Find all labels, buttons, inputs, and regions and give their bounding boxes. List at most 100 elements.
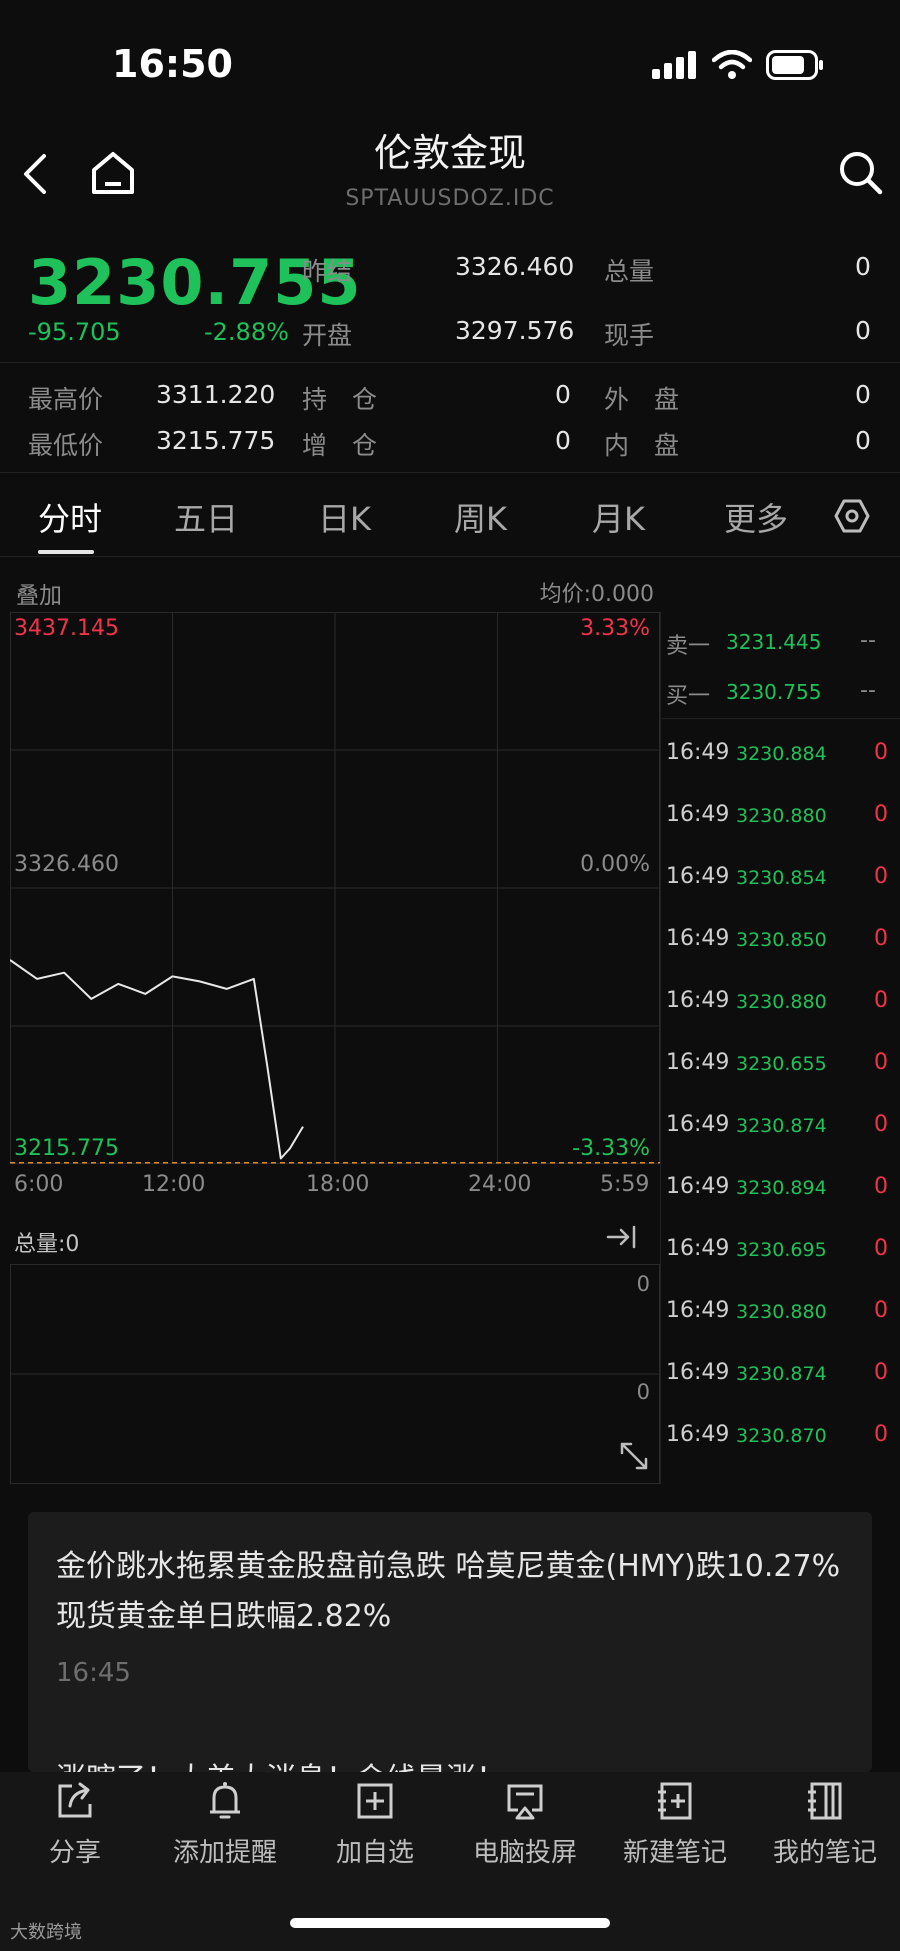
tick-time: 16:49 (666, 1422, 730, 1447)
signal-icon (652, 51, 696, 79)
inner-value: 0 (855, 426, 871, 455)
tick-time: 16:49 (666, 988, 730, 1013)
tick-time: 16:49 (666, 864, 730, 889)
tick-row: 16:49 3230.880 0 (660, 988, 900, 1050)
symbol-code: SPTAUUSDOZ.IDC (345, 186, 555, 211)
share-button[interactable]: 分享 (0, 1780, 150, 1869)
news-time: 16:45 (56, 1658, 131, 1688)
current-hand-label: 现手 (604, 321, 655, 350)
buy-one-label: 买一 (666, 684, 711, 709)
inner-label: 内 盘 (604, 431, 680, 460)
tab-day-k[interactable]: 日K (318, 494, 371, 540)
price-chart[interactable] (10, 612, 660, 1164)
tick-volume: 0 (874, 740, 888, 765)
buy-one-volume: -- (860, 678, 876, 703)
tick-price: 3230.894 (736, 1177, 827, 1199)
tick-price: 3230.884 (736, 743, 827, 765)
tick-volume: 0 (874, 1050, 888, 1075)
x-label-start: 6:00 (14, 1172, 64, 1197)
tick-volume: 0 (874, 1298, 888, 1323)
search-icon[interactable] (838, 150, 884, 196)
tick-row: 16:49 3230.874 0 (660, 1112, 900, 1174)
tick-volume: 0 (874, 1236, 888, 1261)
tick-row: 16:49 3230.870 0 (660, 1422, 900, 1484)
share-icon (58, 1782, 92, 1818)
news-card[interactable]: 金价跳水拖累黄金股盘前急跌 哈莫尼黄金(HMY)跌10.27% 现货黄金单日跌幅… (28, 1512, 872, 1772)
high-value: 3311.220 (156, 380, 276, 409)
tick-row: 16:49 3230.894 0 (660, 1174, 900, 1236)
tab-intraday[interactable]: 分时 (38, 494, 102, 540)
news-next-headline[interactable]: 涨瞎了！大美大消息！金线暴涨！ (56, 1754, 506, 1772)
add-value: 0 (555, 426, 571, 455)
divider (0, 556, 900, 557)
add-label: 增 仓 (302, 431, 378, 460)
watermark: 大数跨境 (10, 1922, 82, 1943)
x-label-18: 18:00 (306, 1172, 370, 1197)
tab-month-k[interactable]: 月K (592, 494, 645, 540)
outer-value: 0 (855, 380, 871, 409)
tick-row: 16:49 3230.695 0 (660, 1236, 900, 1298)
new-note-label: 新建笔记 (622, 1838, 727, 1868)
tick-volume: 0 (874, 926, 888, 951)
tick-price: 3230.874 (736, 1115, 827, 1137)
new-note-icon (658, 1782, 692, 1820)
overlay-button[interactable]: 叠加 (16, 576, 62, 610)
prev-settle-value: 3326.460 (455, 252, 575, 281)
tick-row: 16:49 3230.655 0 (660, 1050, 900, 1112)
tick-price: 3230.850 (736, 929, 827, 951)
high-label: 最高价 (28, 385, 104, 414)
open-value: 3297.576 (455, 316, 575, 345)
tick-time: 16:49 (666, 740, 730, 765)
x-label-24: 24:00 (468, 1172, 532, 1197)
tab-five-day[interactable]: 五日 (174, 494, 238, 540)
tick-volume: 0 (874, 802, 888, 827)
active-tab-indicator (38, 550, 94, 554)
chart-mid-price: 3326.460 (14, 852, 119, 877)
buy-one-price: 3230.755 (726, 680, 822, 704)
tick-volume: 0 (874, 1174, 888, 1199)
average-price: 均价:0.000 (539, 582, 654, 607)
chart-top-pct: 3.33% (580, 616, 650, 641)
price-change: -95.705 (28, 318, 121, 346)
bell-icon (210, 1782, 240, 1819)
settings-icon[interactable] (834, 498, 870, 534)
tab-week-k[interactable]: 周K (454, 494, 507, 540)
hold-value: 0 (555, 380, 571, 409)
volume-mid-value: 0 (636, 1380, 650, 1404)
price-line (10, 959, 304, 1160)
price-change-pct: -2.88% (204, 318, 289, 346)
notebook-icon (808, 1782, 842, 1820)
expand-icon[interactable] (618, 1440, 650, 1472)
home-indicator[interactable] (290, 1918, 610, 1928)
x-label-12: 12:00 (142, 1172, 206, 1197)
tick-time: 16:49 (666, 802, 730, 827)
tab-more[interactable]: 更多 (724, 494, 788, 540)
screen-cast-button[interactable]: 电脑投屏 (450, 1780, 600, 1869)
tick-time: 16:49 (666, 1360, 730, 1385)
low-value: 3215.775 (156, 426, 276, 455)
chart-mid-pct: 0.00% (580, 852, 650, 877)
plus-box-icon (357, 1783, 393, 1819)
add-alert-button[interactable]: 添加提醒 (150, 1780, 300, 1869)
total-volume-label: 总量 (604, 257, 655, 286)
tick-price: 3230.880 (736, 805, 827, 827)
chart-bottom-price: 3215.775 (14, 1136, 119, 1161)
prev-settle-label: 昨结 (302, 257, 353, 286)
news-headline[interactable]: 金价跳水拖累黄金股盘前急跌 哈莫尼黄金(HMY)跌10.27% 现货黄金单日跌幅… (56, 1542, 856, 1642)
collapse-sidebar-icon[interactable] (604, 1222, 640, 1252)
tick-volume: 0 (874, 1422, 888, 1447)
total-volume-value: 0 (855, 252, 871, 281)
cast-icon (507, 1784, 543, 1820)
tick-price: 3230.695 (736, 1239, 827, 1261)
screen-cast-label: 电脑投屏 (472, 1838, 577, 1868)
wifi-icon (712, 50, 752, 79)
tick-price: 3230.854 (736, 867, 827, 889)
tick-time: 16:49 (666, 1050, 730, 1075)
share-label: 分享 (48, 1838, 101, 1868)
new-note-button[interactable]: 新建笔记 (600, 1780, 750, 1869)
low-label: 最低价 (28, 431, 104, 460)
my-notes-button[interactable]: 我的笔记 (750, 1780, 900, 1869)
hold-label: 持 仓 (302, 385, 378, 414)
tick-volume: 0 (874, 1112, 888, 1137)
add-watchlist-button[interactable]: 加自选 (300, 1780, 450, 1869)
